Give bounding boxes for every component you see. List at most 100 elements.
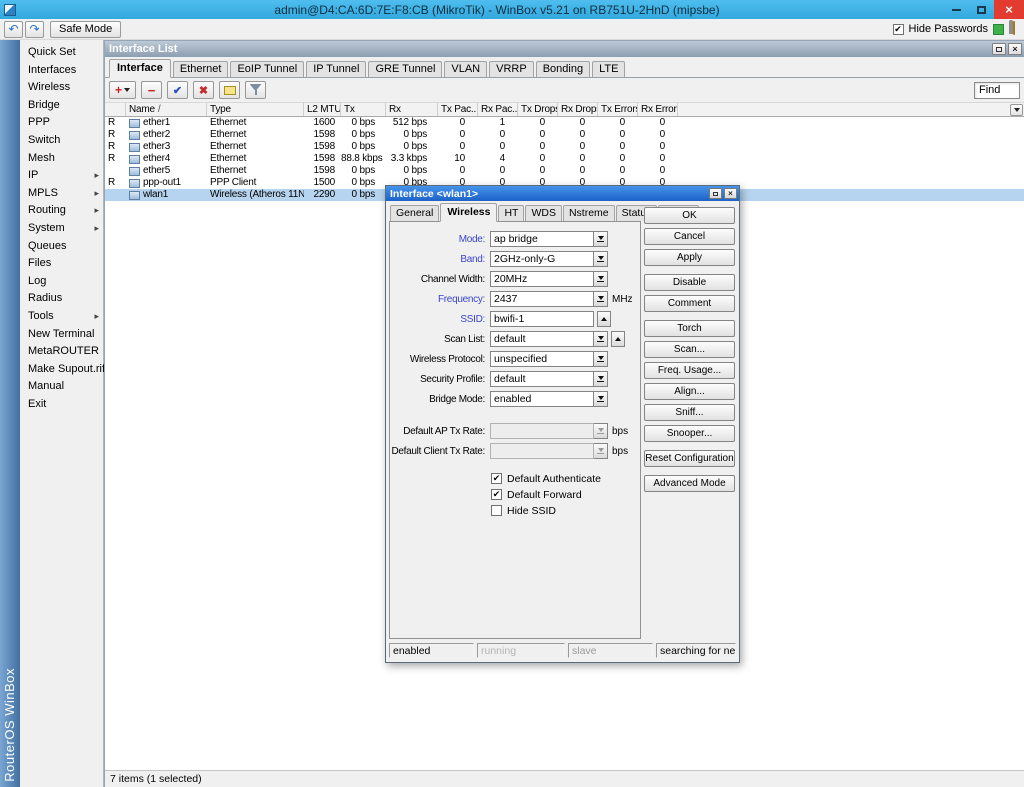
sidebar-item-files[interactable]: Files	[20, 255, 103, 273]
align-button[interactable]: Align...	[644, 383, 735, 400]
column-rx-drops[interactable]: Rx Drops	[558, 103, 598, 116]
security-profile-select[interactable]: default	[490, 371, 594, 387]
ssid-input[interactable]: bwifi-1	[490, 311, 594, 327]
column-selector-button[interactable]	[1010, 104, 1023, 116]
table-row[interactable]: R ether1 Ethernet 1600 0 bps 512 bps 0 1…	[105, 117, 1024, 129]
bridge-mode-select[interactable]: enabled	[490, 391, 594, 407]
sidebar-item-wireless[interactable]: Wireless	[20, 79, 103, 97]
band-select[interactable]: 2GHz-only-G	[490, 251, 594, 267]
dropdown-icon[interactable]	[594, 251, 608, 267]
tab-gre-tunnel[interactable]: GRE Tunnel	[368, 61, 442, 77]
sidebar-item-bridge[interactable]: Bridge	[20, 97, 103, 115]
column-flags[interactable]	[105, 103, 126, 116]
safe-mode-button[interactable]: Safe Mode	[50, 21, 121, 38]
mode-select[interactable]: ap bridge	[490, 231, 594, 247]
sidebar-item-routing[interactable]: Routing▸	[20, 202, 103, 220]
dialog-maximize-button[interactable]	[709, 188, 722, 199]
checkbox-default-forward[interactable]: ✔ Default Forward	[491, 487, 640, 502]
tab-ht[interactable]: HT	[498, 205, 524, 221]
tab-nstreme[interactable]: Nstreme	[563, 205, 615, 221]
checkbox-unchecked-icon[interactable]	[491, 505, 502, 516]
tab-eoip-tunnel[interactable]: EoIP Tunnel	[230, 61, 304, 77]
reset-configuration-button[interactable]: Reset Configuration	[644, 450, 735, 467]
tab-general[interactable]: General	[390, 205, 439, 221]
sidebar-item-switch[interactable]: Switch	[20, 132, 103, 150]
undo-button[interactable]: ↶	[4, 21, 23, 38]
comment-button[interactable]	[219, 81, 240, 99]
tab-wds[interactable]: WDS	[525, 205, 562, 221]
dropdown-icon[interactable]	[594, 351, 608, 367]
sniff-button[interactable]: Sniff...	[644, 404, 735, 421]
maximize-button[interactable]	[969, 0, 994, 19]
table-row[interactable]: ether5 Ethernet 1598 0 bps 0 bps 0 0 0 0…	[105, 165, 1024, 177]
sidebar-item-system[interactable]: System▸	[20, 220, 103, 238]
sidebar-item-make-supout-rif[interactable]: Make Supout.rif	[20, 361, 103, 379]
find-input[interactable]: Find	[974, 82, 1020, 99]
column-rx-errors[interactable]: Rx Errors	[638, 103, 678, 116]
remove-button[interactable]: −	[141, 81, 162, 99]
channel-width-select[interactable]: 20MHz	[490, 271, 594, 287]
column-name[interactable]: Name/	[126, 103, 207, 116]
freq-usage-button[interactable]: Freq. Usage...	[644, 362, 735, 379]
dropdown-icon[interactable]	[594, 291, 608, 307]
sidebar-item-manual[interactable]: Manual	[20, 378, 103, 396]
tab-vlan[interactable]: VLAN	[444, 61, 487, 77]
snooper-button[interactable]: Snooper...	[644, 425, 735, 442]
sidebar-item-log[interactable]: Log	[20, 273, 103, 291]
dropdown-icon[interactable]	[594, 231, 608, 247]
column-type[interactable]: Type	[207, 103, 304, 116]
column-tx-drops[interactable]: Tx Drops	[518, 103, 558, 116]
hide-passwords-checkbox[interactable]: ✔	[893, 24, 904, 35]
sidebar-item-new-terminal[interactable]: New Terminal	[20, 326, 103, 344]
sidebar-item-ip[interactable]: IP▸	[20, 167, 103, 185]
filter-button[interactable]	[245, 81, 266, 99]
checkbox-checked-icon[interactable]: ✔	[491, 489, 502, 500]
column-tx[interactable]: Tx	[341, 103, 386, 116]
table-row[interactable]: R ether4 Ethernet 1598 88.8 kbps 3.3 kbp…	[105, 153, 1024, 165]
cancel-button[interactable]: Cancel	[644, 228, 735, 245]
sidebar-item-quick-set[interactable]: Quick Set	[20, 44, 103, 62]
table-row[interactable]: R ether2 Ethernet 1598 0 bps 0 bps 0 0 0…	[105, 129, 1024, 141]
dropdown-icon[interactable]	[594, 391, 608, 407]
table-row[interactable]: R ether3 Ethernet 1598 0 bps 0 bps 0 0 0…	[105, 141, 1024, 153]
tab-ethernet[interactable]: Ethernet	[173, 61, 229, 77]
sidebar-item-mesh[interactable]: Mesh	[20, 150, 103, 168]
wireless-protocol-select[interactable]: unspecified	[490, 351, 594, 367]
sidebar-item-interfaces[interactable]: Interfaces	[20, 62, 103, 80]
window-maximize-button[interactable]	[992, 43, 1006, 55]
advanced-mode-button[interactable]: Advanced Mode	[644, 475, 735, 492]
apply-button[interactable]: Apply	[644, 249, 735, 266]
disable-button[interactable]: Disable	[644, 274, 735, 291]
close-button[interactable]: ×	[994, 0, 1024, 19]
ok-button[interactable]: OK	[644, 207, 735, 224]
dropdown-icon[interactable]	[594, 331, 608, 347]
tab-lte[interactable]: LTE	[592, 61, 625, 77]
column-l2mtu[interactable]: L2 MTU	[304, 103, 341, 116]
column-tx-errors[interactable]: Tx Errors	[598, 103, 638, 116]
frequency-input[interactable]: 2437	[490, 291, 594, 307]
torch-button[interactable]: Torch	[644, 320, 735, 337]
enable-button[interactable]: ✔	[167, 81, 188, 99]
dropdown-icon[interactable]	[594, 271, 608, 287]
tab-bonding[interactable]: Bonding	[536, 61, 590, 77]
sidebar-item-radius[interactable]: Radius	[20, 290, 103, 308]
column-rx[interactable]: Rx	[386, 103, 438, 116]
sidebar-item-metarouter[interactable]: MetaROUTER	[20, 343, 103, 361]
dropdown-icon[interactable]	[594, 371, 608, 387]
collapse-up-icon[interactable]	[611, 331, 625, 347]
comment-button[interactable]: Comment	[644, 295, 735, 312]
disable-button[interactable]: ✖	[193, 81, 214, 99]
checkbox-checked-icon[interactable]: ✔	[491, 473, 502, 484]
column-rx-packet[interactable]: Rx Pac...	[478, 103, 518, 116]
window-close-button[interactable]: ×	[1008, 43, 1022, 55]
sidebar-item-exit[interactable]: Exit	[20, 396, 103, 414]
tab-ip-tunnel[interactable]: IP Tunnel	[306, 61, 366, 77]
scan-list-select[interactable]: default	[490, 331, 594, 347]
sidebar-item-ppp[interactable]: PPP	[20, 114, 103, 132]
sidebar-item-tools[interactable]: Tools▸	[20, 308, 103, 326]
collapse-up-icon[interactable]	[597, 311, 611, 327]
add-button[interactable]: +	[109, 81, 136, 99]
redo-button[interactable]: ↷	[25, 21, 44, 38]
checkbox-default-authenticate[interactable]: ✔ Default Authenticate	[491, 471, 640, 486]
column-tx-packet[interactable]: Tx Pac...	[438, 103, 478, 116]
